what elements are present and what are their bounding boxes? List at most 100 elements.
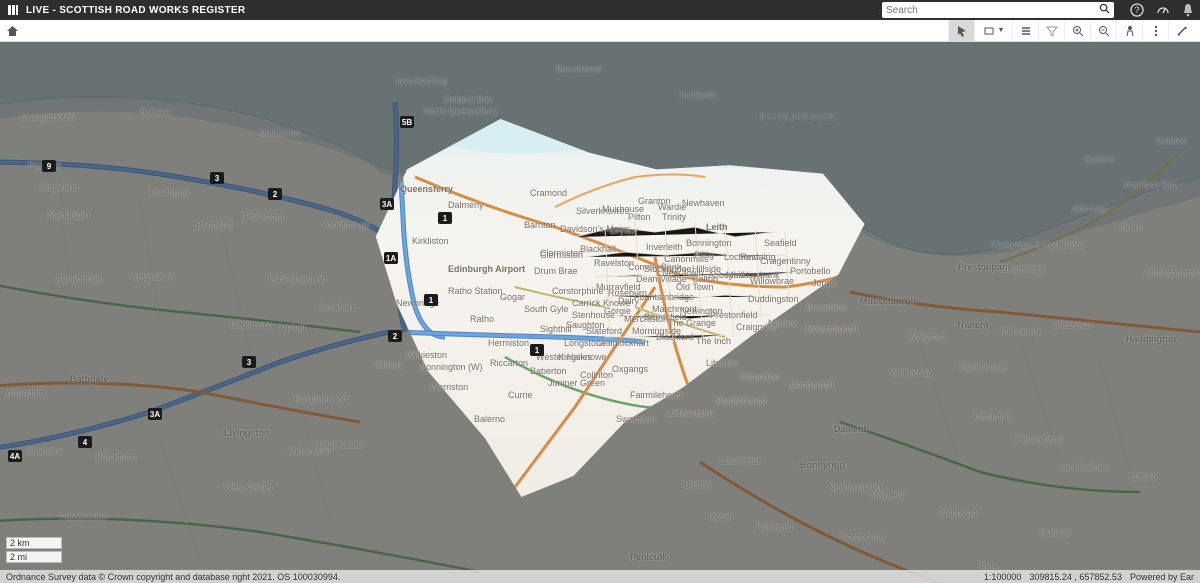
search-input[interactable] bbox=[886, 5, 1110, 16]
place-label: Winchburgh bbox=[322, 220, 370, 230]
place-label: Dechmont bbox=[230, 320, 271, 330]
place-label: Philpstoun bbox=[244, 212, 286, 222]
map-coords: 309815.24 , 657852.53 bbox=[1029, 572, 1122, 582]
junction-marker: 2 bbox=[388, 330, 402, 342]
place-label: Prestonpans bbox=[958, 262, 1013, 272]
svg-text:?: ? bbox=[1134, 5, 1139, 15]
place-label: Macmerry bbox=[1000, 326, 1040, 336]
place-label: F i r t h o f F o r t h bbox=[760, 112, 834, 122]
place-label: Cockenzie & Port Seton bbox=[990, 240, 1086, 250]
place-label: Blackburn bbox=[96, 452, 136, 462]
list-tool[interactable] bbox=[1012, 20, 1038, 41]
place-label: Wallyford bbox=[908, 332, 945, 342]
map-canvas[interactable]: GrangemouthBo'nessBlacknessLinlithgowPol… bbox=[0, 42, 1200, 583]
scale-km: 2 km bbox=[6, 537, 62, 549]
place-label: Brunstane bbox=[806, 302, 847, 312]
place-label: Inverkeithing bbox=[396, 76, 447, 86]
place-label: Livingston bbox=[224, 428, 270, 438]
map-scale: 1:100000 bbox=[984, 572, 1022, 582]
streetview-tool[interactable] bbox=[1116, 20, 1142, 41]
place-label: Pumpherston bbox=[294, 394, 348, 404]
place-label: Longniddry bbox=[1000, 264, 1045, 274]
place-label: Bathgate bbox=[70, 374, 109, 384]
attribution-text: Ordnance Survey data © Crown copyright a… bbox=[6, 572, 340, 582]
place-label: Brightons bbox=[40, 182, 78, 192]
place-label: Inchkeith bbox=[680, 90, 716, 100]
place-label: Dalgety Bay bbox=[444, 94, 493, 104]
measure-tool[interactable] bbox=[1168, 20, 1194, 41]
place-label: Burdiehouse bbox=[716, 396, 767, 406]
place-label: Gilmerton bbox=[740, 372, 779, 382]
app-header: LIVE - SCOTTISH ROAD WORKS REGISTER · ? bbox=[0, 0, 1200, 20]
place-label: Torphichen bbox=[130, 272, 174, 282]
place-label: Armadale bbox=[6, 388, 45, 398]
zoom-in[interactable] bbox=[1064, 20, 1090, 41]
place-label: Loanhead bbox=[720, 456, 760, 466]
junction-marker: 9 bbox=[42, 160, 56, 172]
place-label: Gifford bbox=[1130, 472, 1157, 482]
place-label: Mid Calder bbox=[288, 446, 332, 456]
place-label: Drem bbox=[1120, 222, 1142, 232]
place-label: East Calder bbox=[318, 440, 365, 450]
place-label: Gullane bbox=[1084, 154, 1115, 164]
place-label: Newtongrange bbox=[828, 482, 887, 492]
place-label: Dalkeith bbox=[834, 424, 869, 434]
filter-tool[interactable] bbox=[1038, 20, 1064, 41]
app-title: LIVE - SCOTTISH ROAD WORKS REGISTER bbox=[26, 5, 245, 16]
place-label: Uphall bbox=[280, 322, 306, 332]
bell-icon[interactable] bbox=[1182, 3, 1194, 17]
junction-marker: 3 bbox=[242, 356, 256, 368]
place-label: Avonbridge bbox=[56, 274, 101, 284]
place-label: Tranent bbox=[956, 320, 989, 330]
search-box[interactable] bbox=[882, 2, 1114, 18]
junction-marker: 1 bbox=[424, 294, 438, 306]
place-label: Burntisland bbox=[556, 64, 601, 74]
place-label: Gorebridge bbox=[840, 532, 885, 542]
junction-marker: 1A bbox=[384, 252, 398, 264]
select-tool[interactable] bbox=[948, 20, 974, 41]
junction-marker: 4A bbox=[8, 450, 22, 462]
spotlight-roads bbox=[355, 77, 875, 497]
selected-area-edinburgh bbox=[355, 77, 875, 497]
place-label: Maddiston bbox=[48, 210, 90, 220]
place-label: Rosewell bbox=[756, 522, 793, 532]
layers-tool[interactable]: ▼ bbox=[974, 20, 1012, 41]
place-label: Pathhead bbox=[938, 508, 977, 518]
place-label: Roslin bbox=[708, 512, 733, 522]
place-label: North Queensferry bbox=[424, 106, 498, 116]
place-label: Gladsmuir bbox=[1052, 320, 1093, 330]
junction-marker: 3A bbox=[148, 408, 162, 420]
app-logo-icon bbox=[6, 3, 20, 17]
junction-marker: 3A bbox=[380, 198, 394, 210]
toolbar: ▼ bbox=[0, 20, 1200, 42]
place-label: West Calder bbox=[224, 482, 273, 492]
place-label: Penicuik bbox=[630, 552, 667, 562]
place-label: Athelstaneford bbox=[1144, 268, 1200, 278]
more-tool[interactable] bbox=[1142, 20, 1168, 41]
place-label: Dirleton bbox=[1156, 136, 1187, 146]
place-label: East Saltoun bbox=[1058, 462, 1109, 472]
place-label: Humbie bbox=[1040, 528, 1071, 538]
dashboard-icon[interactable] bbox=[1156, 3, 1170, 17]
place-label: Clifton bbox=[376, 360, 402, 370]
place-label: Ormiston bbox=[974, 412, 1011, 422]
place-label: Blackness bbox=[260, 128, 301, 138]
place-label: Broxburn bbox=[320, 302, 357, 312]
search-icon[interactable] bbox=[1099, 3, 1110, 17]
help-icon[interactable]: ? bbox=[1130, 3, 1144, 17]
scale-mi: 2 mi bbox=[6, 551, 62, 563]
place-label: Newcraighall bbox=[806, 324, 858, 334]
zoom-out[interactable] bbox=[1090, 20, 1116, 41]
place-label: Elphinstone bbox=[960, 362, 1007, 372]
header-actions: ? bbox=[1130, 3, 1194, 17]
place-label: Linlithgow bbox=[150, 187, 190, 197]
junction-marker: 1 bbox=[438, 212, 452, 224]
place-label: Bo'ness bbox=[140, 107, 172, 117]
place-label: Danderhall bbox=[790, 380, 834, 390]
place-label: Fauldhouse bbox=[60, 512, 107, 522]
junction-marker: 4 bbox=[78, 436, 92, 448]
place-label: Haddington bbox=[1126, 334, 1176, 344]
home-button[interactable] bbox=[6, 25, 19, 37]
junction-marker: 5B bbox=[400, 116, 414, 128]
chevron-down-icon: ▼ bbox=[998, 27, 1005, 34]
